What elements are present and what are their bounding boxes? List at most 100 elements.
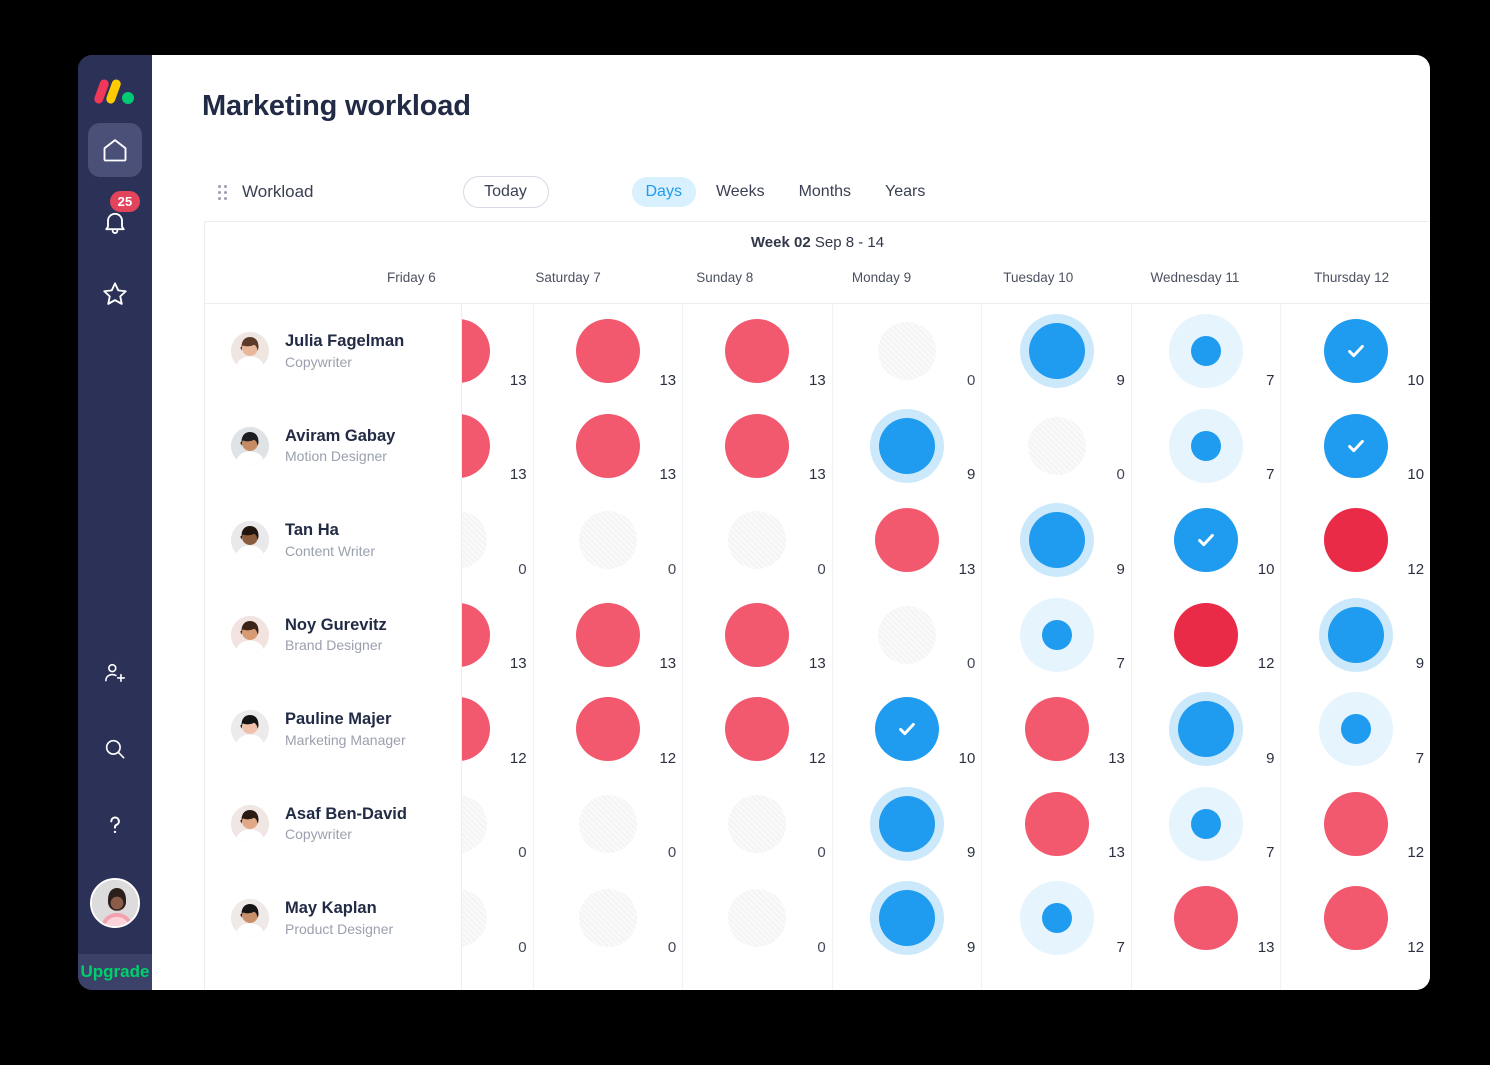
workload-cell[interactable]: 13 (683, 304, 832, 399)
account-avatar[interactable] (90, 878, 140, 928)
workload-bubble[interactable] (719, 502, 795, 578)
workload-cell[interactable]: 0 (833, 588, 982, 683)
workload-cell[interactable]: 13 (982, 682, 1131, 777)
workload-bubble[interactable] (1168, 880, 1244, 956)
workload-cell[interactable]: 13 (683, 399, 832, 494)
workload-cell[interactable]: 7 (1132, 304, 1281, 399)
workload-cell[interactable]: 10 (833, 682, 982, 777)
workload-bubble[interactable] (1318, 597, 1394, 673)
workload-bubble[interactable] (1019, 408, 1095, 484)
workload-bubble[interactable] (1168, 786, 1244, 862)
workload-bubble[interactable] (1318, 502, 1394, 578)
workload-bubble[interactable] (1019, 313, 1095, 389)
workload-bubble[interactable] (570, 597, 646, 673)
workload-cell[interactable]: 12 (1281, 777, 1430, 872)
drag-handle-icon[interactable] (218, 182, 228, 202)
sidebar-item-help[interactable] (88, 798, 142, 852)
sidebar-item-notifications[interactable]: 25 (88, 191, 142, 249)
person-row[interactable]: May Kaplan Product Designer (205, 871, 461, 966)
workload-bubble[interactable] (570, 408, 646, 484)
workload-cell[interactable]: 12 (534, 682, 683, 777)
person-row[interactable]: Tan Ha Content Writer (205, 493, 461, 588)
person-row[interactable]: Pauline Majer Marketing Manager (205, 682, 461, 777)
workload-bubble[interactable] (1019, 786, 1095, 862)
workload-cell[interactable]: 0 (683, 871, 832, 966)
workload-cell[interactable]: 0 (683, 493, 832, 588)
workload-bubble[interactable] (1168, 408, 1244, 484)
tab-days[interactable]: Days (631, 177, 696, 207)
workload-cell[interactable]: 7 (982, 871, 1131, 966)
workload-bubble[interactable] (719, 408, 795, 484)
workload-cell[interactable]: 10 (1281, 399, 1430, 494)
workload-bubble[interactable] (869, 408, 945, 484)
workload-cell[interactable]: 13 (982, 777, 1131, 872)
workload-bubble[interactable] (1019, 502, 1095, 578)
workload-cell[interactable]: 9 (833, 399, 982, 494)
workload-cell[interactable]: 13 (683, 588, 832, 683)
workload-bubble[interactable] (719, 313, 795, 389)
sidebar-item-invite[interactable] (88, 646, 142, 700)
workload-bubble[interactable] (869, 502, 945, 578)
workload-bubble[interactable] (869, 597, 945, 673)
person-row[interactable]: Aviram Gabay Motion Designer (205, 399, 461, 494)
workload-cell[interactable]: 12 (1281, 493, 1430, 588)
workload-cell[interactable]: 13 (1132, 871, 1281, 966)
workload-bubble[interactable] (570, 691, 646, 767)
workload-cell[interactable]: 0 (534, 871, 683, 966)
workload-cell[interactable]: 9 (1132, 682, 1281, 777)
view-name-label[interactable]: Workload (242, 182, 314, 202)
workload-cell[interactable]: 7 (1132, 399, 1281, 494)
workload-cell[interactable]: 7 (1132, 777, 1281, 872)
workload-bubble[interactable] (1019, 597, 1095, 673)
workload-cell[interactable]: 10 (1281, 304, 1430, 399)
workload-cell[interactable]: 9 (833, 871, 982, 966)
workload-cell[interactable]: 9 (833, 777, 982, 872)
person-row[interactable]: Asaf Ben-David Copywriter (205, 777, 461, 872)
sidebar-item-home[interactable] (88, 123, 142, 177)
workload-cell[interactable]: 13 (534, 588, 683, 683)
person-row[interactable]: Noy Gurevitz Brand Designer (205, 588, 461, 683)
workload-bubble[interactable] (1318, 313, 1394, 389)
workload-cell[interactable]: 13 (833, 493, 982, 588)
workload-cell[interactable]: 0 (534, 493, 683, 588)
workload-bubble[interactable] (869, 691, 945, 767)
workload-bubble[interactable] (869, 786, 945, 862)
today-button[interactable]: Today (462, 176, 549, 208)
workload-bubble[interactable] (869, 313, 945, 389)
sidebar-item-search[interactable] (88, 722, 142, 776)
workload-cell[interactable]: 9 (982, 493, 1131, 588)
workload-bubble[interactable] (1168, 313, 1244, 389)
workload-bubble[interactable] (570, 880, 646, 956)
workload-bubble[interactable] (719, 597, 795, 673)
workload-cell[interactable]: 0 (534, 777, 683, 872)
tab-weeks[interactable]: Weeks (702, 177, 779, 207)
workload-bubble[interactable] (1019, 880, 1095, 956)
workload-cell[interactable]: 0 (982, 399, 1131, 494)
workload-bubble[interactable] (719, 786, 795, 862)
workload-bubble[interactable] (719, 880, 795, 956)
workload-bubble[interactable] (1168, 597, 1244, 673)
person-row[interactable]: Julia Fagelman Copywriter (205, 304, 461, 399)
sidebar-item-favorites[interactable] (88, 267, 142, 321)
workload-cell[interactable]: 0 (833, 304, 982, 399)
workload-bubble[interactable] (869, 880, 945, 956)
monday-logo-icon[interactable] (92, 78, 135, 105)
workload-bubble[interactable] (1318, 691, 1394, 767)
workload-cell[interactable]: 10 (1132, 493, 1281, 588)
workload-bubble[interactable] (719, 691, 795, 767)
workload-bubble[interactable] (1318, 786, 1394, 862)
workload-cell[interactable]: 9 (1281, 588, 1430, 683)
workload-bubble[interactable] (570, 502, 646, 578)
workload-bubble[interactable] (570, 313, 646, 389)
workload-bubble[interactable] (1019, 691, 1095, 767)
workload-cell[interactable]: 7 (982, 588, 1131, 683)
workload-cell[interactable]: 7 (1281, 682, 1430, 777)
workload-cell[interactable]: 13 (534, 304, 683, 399)
workload-cell[interactable]: 13 (534, 399, 683, 494)
tab-months[interactable]: Months (785, 177, 865, 207)
workload-cell[interactable]: 0 (683, 777, 832, 872)
workload-bubble[interactable] (1318, 408, 1394, 484)
workload-bubble[interactable] (1168, 502, 1244, 578)
workload-bubble[interactable] (1168, 691, 1244, 767)
workload-cell[interactable]: 12 (1281, 871, 1430, 966)
